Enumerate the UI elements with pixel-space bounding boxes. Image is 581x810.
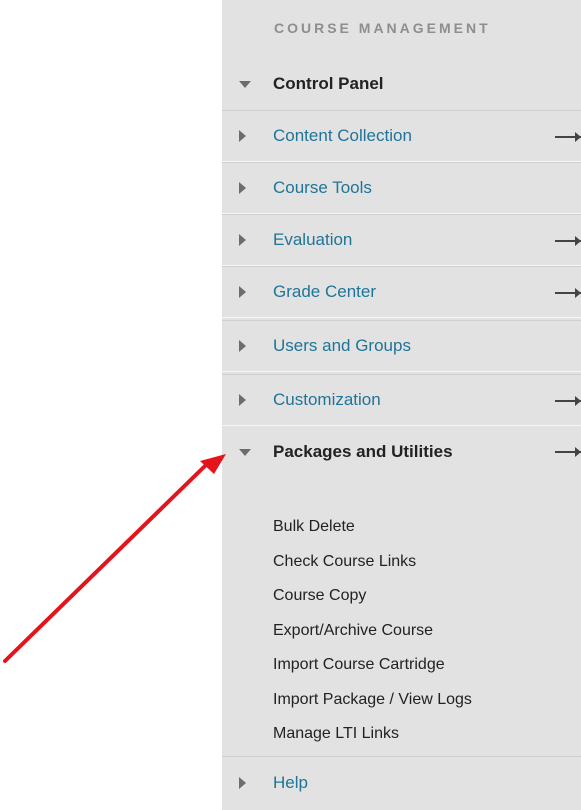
red-arrow-annotation <box>3 454 226 663</box>
red-arrow-shaft <box>3 462 209 663</box>
page: COURSE MANAGEMENT Control Panel Content … <box>0 0 581 810</box>
red-arrow-head <box>200 454 226 474</box>
